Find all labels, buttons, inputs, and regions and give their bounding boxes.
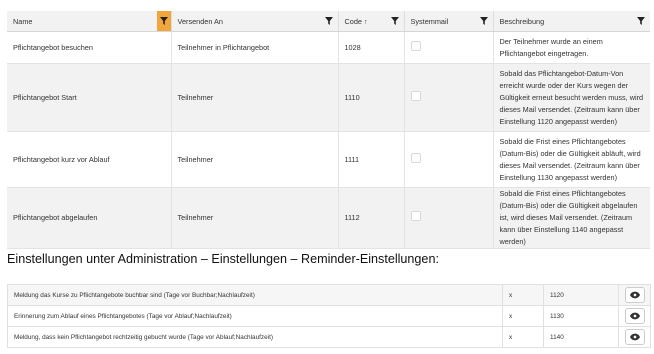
table-row[interactable]: Pflichtangebot besuchen Teilnehmer in Pf… <box>7 31 650 64</box>
cell-sent-to: Teilnehmer <box>171 63 339 132</box>
cell-systemmail <box>404 31 494 64</box>
section-heading: Einstellungen unter Administration – Ein… <box>7 252 439 266</box>
setting-action <box>618 284 651 306</box>
settings-row[interactable]: Meldung, dass kein Pflichtangebot rechtz… <box>7 326 651 348</box>
column-header-sent-to[interactable]: Versenden An <box>171 11 339 32</box>
setting-action <box>618 305 651 327</box>
setting-label: Meldung, dass kein Pflichtangebot rechtz… <box>7 326 503 348</box>
view-button[interactable] <box>625 329 645 345</box>
mail-templates-grid: Name Versenden An Code ↑ Systemmail Besc… <box>7 11 650 249</box>
cell-sent-to: Teilnehmer in Pflichtangebot <box>171 31 339 64</box>
systemmail-checkbox[interactable] <box>410 40 421 51</box>
systemmail-checkbox[interactable] <box>410 211 421 221</box>
column-header-systemmail[interactable]: Systemmail <box>404 11 494 32</box>
setting-code: 1120 <box>543 284 619 306</box>
settings-row[interactable]: Erinnerung zum Ablauf eines Pflichtangeb… <box>7 305 651 327</box>
table-row[interactable]: Pflichtangebot abgelaufen Teilnehmer 111… <box>7 187 650 249</box>
view-button[interactable] <box>625 308 645 324</box>
filter-icon[interactable] <box>478 15 490 27</box>
cell-systemmail <box>404 187 494 249</box>
column-header-name-label: Name <box>13 16 33 26</box>
cell-code: 1112 <box>338 187 405 249</box>
setting-label: Erinnerung zum Ablauf eines Pflichtangeb… <box>7 305 503 327</box>
table-row[interactable]: Pflichtangebot Start Teilnehmer 1110 Sob… <box>7 63 650 132</box>
systemmail-checkbox[interactable] <box>410 90 421 101</box>
setting-action <box>618 326 651 348</box>
cell-name: Pflichtangebot abgelaufen <box>7 187 172 249</box>
setting-value: x <box>502 305 544 327</box>
filter-icon[interactable] <box>156 11 171 31</box>
cell-description: Sobald die Frist eines Pflichtangebotes … <box>493 131 650 188</box>
sort-ascending-icon: ↑ <box>363 18 368 26</box>
cell-code: 1111 <box>338 131 405 188</box>
cell-description: Sobald die Frist eines Pflichtangebotes … <box>493 187 650 249</box>
cell-description: Sobald das Pflichtangebot-Datum-Von erre… <box>493 63 650 132</box>
cell-systemmail <box>404 131 494 188</box>
grid-header-row: Name Versenden An Code ↑ Systemmail Besc… <box>7 11 650 32</box>
column-header-description-label: Beschreibung <box>499 16 545 26</box>
column-header-systemmail-label: Systemmail <box>410 16 449 26</box>
setting-value: x <box>502 326 544 348</box>
cell-name: Pflichtangebot besuchen <box>7 31 172 64</box>
systemmail-checkbox[interactable] <box>410 152 421 163</box>
eye-icon <box>630 333 640 341</box>
filter-icon[interactable] <box>389 15 401 27</box>
setting-code: 1130 <box>543 305 619 327</box>
setting-code: 1140 <box>543 326 619 348</box>
cell-sent-to: Teilnehmer <box>171 187 339 249</box>
column-header-description[interactable]: Beschreibung <box>493 11 650 32</box>
cell-code: 1110 <box>338 63 405 132</box>
view-button[interactable] <box>625 287 645 303</box>
cell-description: Der Teilnehmer wurde an einem Pflichtang… <box>493 31 650 64</box>
setting-label: Meldung das Kurse zu Pflichtangebote buc… <box>7 284 503 306</box>
column-header-code[interactable]: Code ↑ <box>338 11 405 32</box>
setting-value: x <box>502 284 544 306</box>
cell-name: Pflichtangebot kurz vor Ablauf <box>7 131 172 188</box>
cell-sent-to: Teilnehmer <box>171 131 339 188</box>
settings-row[interactable]: Meldung das Kurse zu Pflichtangebote buc… <box>7 284 651 306</box>
cell-systemmail <box>404 63 494 132</box>
filter-icon[interactable] <box>635 15 647 27</box>
table-row[interactable]: Pflichtangebot kurz vor Ablauf Teilnehme… <box>7 131 650 188</box>
cell-code: 1028 <box>338 31 405 64</box>
eye-icon <box>630 312 640 320</box>
column-header-code-label: Code <box>344 16 362 26</box>
eye-icon <box>630 291 640 299</box>
column-header-sent-to-label: Versenden An <box>177 16 223 26</box>
cell-name: Pflichtangebot Start <box>7 63 172 132</box>
reminder-settings-table: Meldung das Kurse zu Pflichtangebote buc… <box>7 284 651 348</box>
filter-icon[interactable] <box>323 15 335 27</box>
column-header-name[interactable]: Name <box>7 11 172 32</box>
